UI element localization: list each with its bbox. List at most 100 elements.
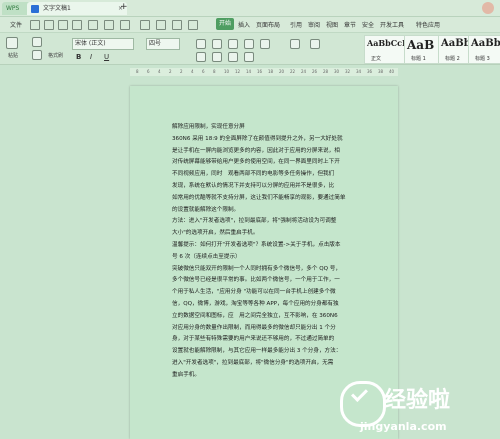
redo-icon[interactable] — [72, 20, 82, 30]
document-body[interactable]: 解除应用限制，实现任意分屏 360N6 采用 18:9 的全面屏除了在颜值得到提升… — [172, 122, 358, 382]
document-line: 多个微信号已经是很平常的事。比如两个微信号，一个用于工作，一 — [172, 277, 340, 284]
sort-icon[interactable] — [260, 39, 270, 49]
document-line: 方法：进入"开发者选项"，拉到最底部，将"强制将活动设为可调整 — [172, 218, 337, 225]
indent-icon[interactable] — [228, 39, 238, 49]
document-line: 信，QQ，微博，游戏，淘宝等等各种 APP，每个应用的分身都有独 — [172, 300, 339, 307]
tab-wps-label: WPS — [6, 5, 20, 12]
table-icon[interactable] — [172, 20, 182, 30]
font-family-select[interactable]: 宋体 (正文) — [72, 38, 134, 50]
menu-page-layout[interactable]: 页面布局 — [256, 20, 280, 29]
document-line: 解除应用限制，实现任意分屏 — [172, 124, 245, 130]
tab-bar: WPS 文字文稿1 × + — [0, 0, 500, 17]
menu-reference[interactable]: 引用 — [290, 20, 302, 29]
numbered-list-icon[interactable] — [212, 39, 222, 49]
border-icon[interactable] — [310, 39, 320, 49]
style-heading-2-name: 标题 2 — [445, 56, 460, 62]
document-line: 重启手机。 — [172, 371, 200, 378]
document-line: 个用于私人生活，"应用分身 "功能可以在同一台手机上创建多个微 — [172, 289, 336, 296]
style-heading-1-name: 标题 1 — [411, 56, 426, 62]
ruler-tick-label: 2 — [169, 69, 172, 74]
avatar[interactable] — [482, 2, 494, 14]
italic-button[interactable]: I — [90, 53, 92, 61]
style-heading-3[interactable]: AaBb( 标题 3 — [468, 35, 500, 64]
underline-button[interactable]: U — [104, 53, 109, 61]
ruler-tick-label: 26 — [312, 69, 318, 74]
tab-document-label: 文字文稿1 — [43, 5, 71, 12]
menu-file[interactable]: 文件 — [10, 20, 22, 29]
ribbon: 粘贴 格式刷 宋体 (正文) 四号 B I U AaBbCcDd 正文 AaB … — [0, 33, 500, 65]
paste-icon[interactable] — [6, 37, 18, 49]
ruler-tick-label: 4 — [158, 69, 161, 74]
add-tab-button[interactable]: + — [120, 2, 128, 12]
ruler-tick-label: 22 — [290, 69, 296, 74]
menu-review[interactable]: 审阅 — [308, 20, 320, 29]
paste-label: 粘贴 — [8, 53, 19, 59]
ruler-tick-label: 24 — [301, 69, 307, 74]
document-line: 不同视频应用，同时 观看两部不同的电影等多任务操作，但我们 — [172, 171, 335, 178]
ruler-tick-label: 28 — [323, 69, 329, 74]
document-line: 是让手机在一屏内能浏览更多的内容，因此对于应用的分屏来说，相 — [172, 147, 340, 154]
ruler-tick-label: 8 — [136, 69, 139, 74]
justify-icon[interactable] — [244, 52, 254, 62]
style-heading-3-name: 标题 3 — [475, 56, 490, 62]
menu-features[interactable]: 特色应用 — [416, 20, 440, 29]
menu-bar: 文件 开始 插入 页面布局 引用 审阅 视图 章节 安全 开发工具 特色应用 — [0, 17, 500, 33]
menu-security[interactable]: 安全 — [362, 20, 374, 29]
ruler-tick-label: 8 — [213, 69, 216, 74]
ruler-tick-label: 6 — [202, 69, 205, 74]
ruler-tick-label: 18 — [268, 69, 274, 74]
align-center-icon[interactable] — [212, 52, 222, 62]
line-spacing-icon[interactable] — [290, 39, 300, 49]
bold-button[interactable]: B — [76, 53, 81, 61]
style-heading-3-sample: AaBb( — [471, 38, 500, 49]
pdf-icon[interactable] — [104, 20, 114, 30]
align-right-icon[interactable] — [228, 52, 238, 62]
ruler-tick-label: 16 — [257, 69, 263, 74]
save-icon[interactable] — [30, 20, 40, 30]
document-line: 设置就也能解除限制，与其它应用一样最多能分出 3 个分身，方法： — [172, 348, 342, 355]
document-line: 进入"开发者选项"，拉到最底部，将"微信分身"的选项开启，无需 — [172, 359, 334, 366]
print-icon[interactable] — [44, 20, 54, 30]
align-left-icon[interactable] — [196, 52, 206, 62]
document-line: 发现，系统在默认的情况下并支持可以分屏的应用并不是很多，比 — [172, 182, 335, 189]
document-icon — [31, 5, 39, 13]
horizontal-ruler[interactable]: 8 6 4 2 2 4 6 8 10 12 14 16 18 20 22 24 26 28 30 32 34 36 38 40 — [130, 68, 398, 76]
format-painter-label[interactable]: 格式刷 — [48, 52, 63, 59]
find-icon[interactable] — [120, 20, 130, 30]
tab-start[interactable]: 开始 — [216, 18, 235, 30]
ruler-tick-label: 30 — [334, 69, 340, 74]
tab-document[interactable]: 文字文稿1 × — [27, 2, 127, 15]
document-line: 对应用分身的数量作出限制，而用得最多的微信却只能分出 1 个分 — [172, 324, 336, 331]
outdent-icon[interactable] — [244, 39, 254, 49]
ruler-tick-label: 6 — [147, 69, 150, 74]
ruler-tick-label: 10 — [224, 69, 230, 74]
undo-icon[interactable] — [58, 20, 68, 30]
document-line: 突破微信只能双开的限制一个人同时拥有多个微信号，多个 QQ 号， — [172, 265, 341, 272]
document-line: 温馨提示：如何打开"开发者选项"？系统设置->关于手机，点击版本 — [172, 241, 341, 248]
menu-insert[interactable]: 插入 — [238, 20, 250, 29]
document-line: 身，对于某些有特殊需要的用户来说还不够用的，不过通过简单的 — [172, 336, 335, 343]
ruler-tick-label: 2 — [180, 69, 183, 74]
bullet-list-icon[interactable] — [196, 39, 206, 49]
document-line: 号 6 次（连续点击至提示） — [172, 253, 241, 260]
ruler-tick-label: 40 — [389, 69, 395, 74]
cut-icon[interactable] — [32, 37, 42, 47]
font-size-select[interactable]: 四号 — [146, 38, 180, 50]
document-line: 如常用的优酷等就不支持分屏，这让我们不能畅享的观影，要通过简单 — [172, 194, 346, 201]
ruler-tick-label: 14 — [246, 69, 252, 74]
paragraph-icon[interactable] — [140, 20, 150, 30]
style-normal[interactable]: AaBbCcDd 正文 — [364, 35, 415, 64]
ruler-tick-label: 36 — [367, 69, 373, 74]
ruler-tick-label: 4 — [191, 69, 194, 74]
picture-icon[interactable] — [188, 20, 198, 30]
watermark-text: 经验啦 — [384, 388, 451, 413]
copy-icon[interactable] — [32, 50, 42, 60]
ruler-tick-label: 32 — [345, 69, 351, 74]
preview-icon[interactable] — [88, 20, 98, 30]
menu-developer[interactable]: 开发工具 — [380, 20, 404, 29]
style-normal-name: 正文 — [371, 56, 382, 62]
menu-view[interactable]: 视图 — [326, 20, 338, 29]
menu-chapter[interactable]: 章节 — [344, 20, 356, 29]
document-line: 的设置就能解除这个限制。 — [172, 206, 240, 213]
format-icon[interactable] — [156, 20, 166, 30]
